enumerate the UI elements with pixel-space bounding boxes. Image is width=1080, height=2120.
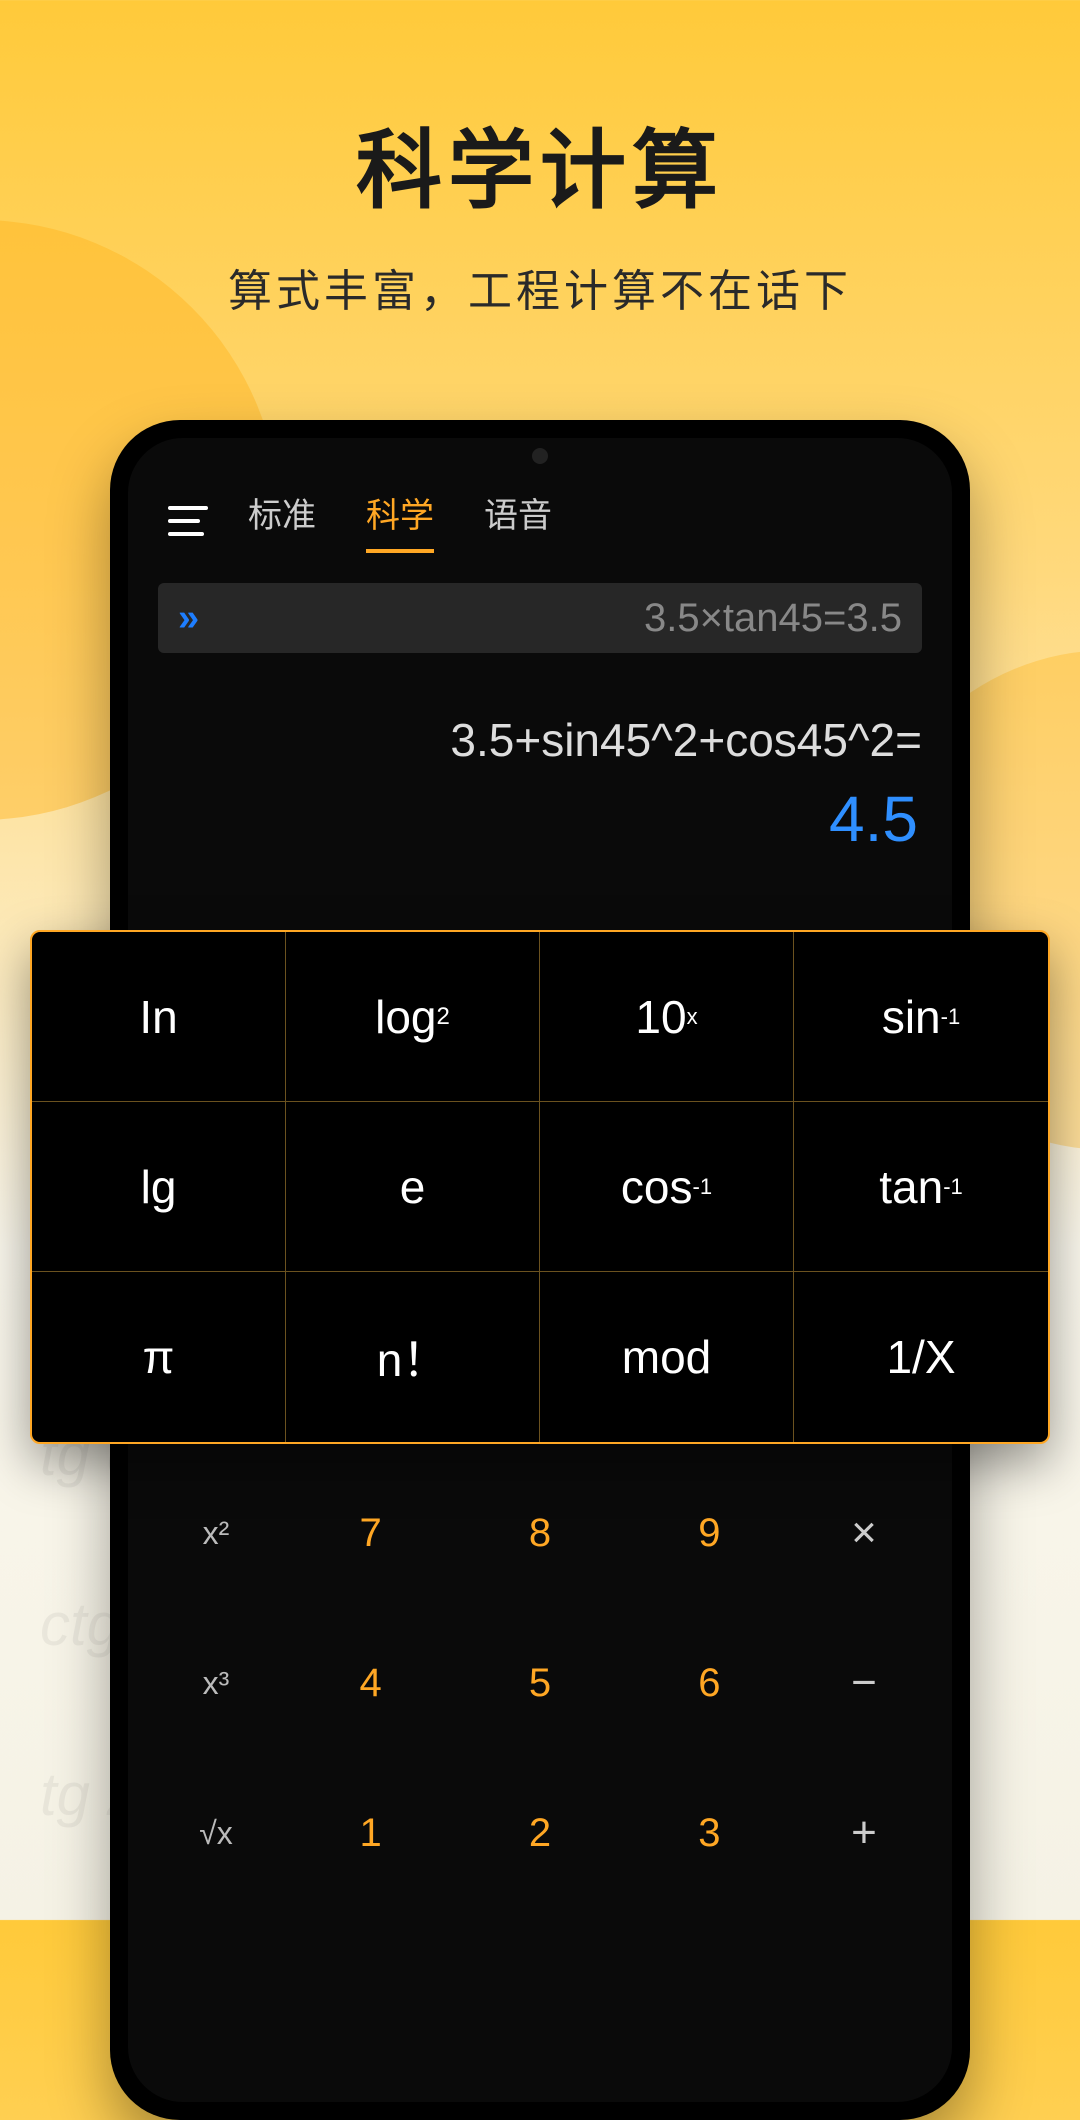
key-8[interactable]: 8 <box>455 1458 624 1608</box>
key-x-cubed[interactable]: x³ <box>146 1608 286 1758</box>
tab-scientific[interactable]: 科学 <box>366 488 434 553</box>
key-minus[interactable]: − <box>794 1608 934 1758</box>
history-row[interactable]: » 3.5×tan45=3.5 <box>158 583 922 653</box>
keypad-grid: x² 7 8 9 × x³ 4 5 6 − √x 1 2 3 + <box>146 1458 934 1908</box>
key-1[interactable]: 1 <box>286 1758 455 1908</box>
camera-notch <box>532 448 548 464</box>
key-acos[interactable]: cos-1 <box>540 1102 794 1272</box>
key-reciprocal[interactable]: 1/X <box>794 1272 1048 1442</box>
key-ln[interactable]: In <box>32 932 286 1102</box>
key-asin[interactable]: sin-1 <box>794 932 1048 1102</box>
key-mod[interactable]: mod <box>540 1272 794 1442</box>
key-6[interactable]: 6 <box>625 1608 794 1758</box>
key-10x[interactable]: 10x <box>540 932 794 1102</box>
mode-tabs: 标准 科学 语音 <box>248 488 552 553</box>
expression-text: 3.5+sin45^2+cos45^2= <box>158 713 922 767</box>
key-pi[interactable]: π <box>32 1272 286 1442</box>
key-2[interactable]: 2 <box>455 1758 624 1908</box>
key-log2[interactable]: log2 <box>286 932 540 1102</box>
headline: 科学计算 算式丰富，工程计算不在话下 <box>0 0 1080 319</box>
key-4[interactable]: 4 <box>286 1608 455 1758</box>
tab-standard[interactable]: 标准 <box>248 488 316 553</box>
key-atan[interactable]: tan-1 <box>794 1102 1048 1272</box>
key-plus[interactable]: + <box>794 1758 934 1908</box>
key-5[interactable]: 5 <box>455 1608 624 1758</box>
display-area: » 3.5×tan45=3.5 3.5+sin45^2+cos45^2= 4.5 <box>128 563 952 856</box>
key-7[interactable]: 7 <box>286 1458 455 1608</box>
menu-icon[interactable] <box>168 506 208 536</box>
tab-voice[interactable]: 语音 <box>484 488 552 553</box>
history-expand-icon[interactable]: » <box>178 597 199 640</box>
key-x-squared[interactable]: x² <box>146 1458 286 1608</box>
key-e[interactable]: e <box>286 1102 540 1272</box>
key-9[interactable]: 9 <box>625 1458 794 1608</box>
key-3[interactable]: 3 <box>625 1758 794 1908</box>
key-factorial[interactable]: n！ <box>286 1272 540 1442</box>
result-text: 4.5 <box>158 782 922 856</box>
key-sqrt[interactable]: √x <box>146 1758 286 1908</box>
scientific-panel: In log2 10x sin-1 lg e cos-1 tan-1 π n！ … <box>30 930 1050 1444</box>
page-title: 科学计算 <box>0 100 1080 225</box>
key-multiply[interactable]: × <box>794 1458 934 1608</box>
key-lg[interactable]: lg <box>32 1102 286 1272</box>
history-text: 3.5×tan45=3.5 <box>215 596 902 641</box>
